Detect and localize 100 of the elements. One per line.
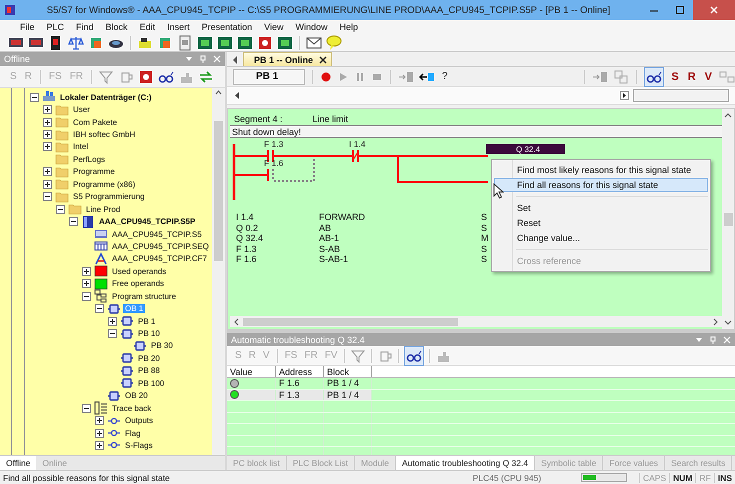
menu-item[interactable]: Find all reasons for this signal state xyxy=(494,178,708,192)
expander-button[interactable] xyxy=(82,292,91,301)
filter-icon[interactable] xyxy=(350,348,366,364)
tree-item[interactable]: Lokaler Datenträger (C:) xyxy=(58,92,154,102)
expander-button[interactable] xyxy=(82,404,91,413)
column-header[interactable]: Block xyxy=(324,366,372,377)
scroll-right-icon[interactable] xyxy=(620,91,629,100)
expander-button[interactable] xyxy=(69,217,78,226)
scroll-up-icon[interactable] xyxy=(214,88,223,97)
tree-item[interactable]: Program structure xyxy=(110,292,178,301)
tree-item[interactable]: AAA_CPU945_TCPIP.S5P xyxy=(97,217,198,226)
tree-item[interactable]: Programme xyxy=(71,167,117,176)
menu-item[interactable]: Reset xyxy=(494,216,708,230)
column-header[interactable]: Value xyxy=(227,366,276,377)
menu-item[interactable]: Edit xyxy=(134,22,162,32)
tree-item[interactable]: Flag xyxy=(123,428,143,438)
tree-item[interactable]: Free operands xyxy=(110,279,166,288)
tree-item[interactable]: IBH softec GmbH xyxy=(71,130,138,140)
help-button[interactable]: ? xyxy=(440,68,450,84)
board-icon[interactable] xyxy=(237,34,253,50)
vertical-scrollbar[interactable] xyxy=(212,88,225,455)
expander-button[interactable] xyxy=(43,192,52,202)
menu-item[interactable]: Help xyxy=(334,22,364,32)
tree-item[interactable]: Outputs xyxy=(123,416,156,426)
document-tab[interactable]: PB 1 -- Online xyxy=(243,52,332,66)
envelope-icon[interactable] xyxy=(306,34,322,50)
expander-button[interactable] xyxy=(82,279,91,288)
expander-button[interactable] xyxy=(108,316,117,326)
board-icon[interactable] xyxy=(217,34,233,50)
vertical-scrollbar[interactable] xyxy=(722,109,734,329)
coil-label[interactable]: Q 32.4 xyxy=(486,144,565,154)
input-field[interactable] xyxy=(633,89,729,102)
tree-item[interactable]: Com Pakete xyxy=(71,118,120,127)
expander-button[interactable] xyxy=(43,118,52,127)
tree-item[interactable]: AAA_CPU945_TCPIP.CF7 xyxy=(110,254,210,264)
tree-item[interactable]: S-Flags xyxy=(123,440,155,450)
horizontal-scrollbar[interactable] xyxy=(230,316,722,327)
document-icon[interactable] xyxy=(177,34,193,50)
board-icon[interactable] xyxy=(277,34,293,50)
tab[interactable]: Automatic troubleshooting Q 32.4 xyxy=(396,456,536,470)
tree-item[interactable]: AAA_CPU945_TCPIP.S5 xyxy=(110,230,204,239)
tree-item[interactable]: PB 10 xyxy=(136,329,162,338)
scroll-down-icon[interactable] xyxy=(724,318,732,326)
scroll-up-icon[interactable] xyxy=(724,112,732,120)
record-icon[interactable] xyxy=(320,70,332,82)
tree-item[interactable]: PB 100 xyxy=(136,378,166,388)
tree-item[interactable]: S5 Programmierung xyxy=(71,192,147,202)
close-icon[interactable] xyxy=(319,56,328,64)
menu-item[interactable]: Set xyxy=(494,201,708,215)
expander-button[interactable] xyxy=(95,304,104,314)
scroll-left-icon[interactable] xyxy=(233,91,242,100)
tree-item[interactable]: PerfLogs xyxy=(71,154,108,164)
tree-item[interactable]: Programme (x86) xyxy=(71,180,138,189)
tree-item[interactable]: Intel xyxy=(71,142,90,152)
tree-item[interactable]: PB 20 xyxy=(136,354,162,363)
toolbar-button[interactable]: R xyxy=(686,68,698,84)
arrows-icon[interactable] xyxy=(198,68,214,84)
expander-button[interactable] xyxy=(95,440,104,450)
expander-button[interactable] xyxy=(95,428,104,438)
menu-item[interactable]: PLC xyxy=(40,22,70,32)
tree-item[interactable]: Used operands xyxy=(110,266,168,276)
scroll-left-icon[interactable] xyxy=(231,54,239,66)
menu-item[interactable]: Block xyxy=(100,22,134,32)
tree-item[interactable]: PB 30 xyxy=(149,341,175,350)
menu-item[interactable]: Window xyxy=(290,22,334,32)
toolbar-button[interactable]: V xyxy=(702,68,714,84)
tree-item[interactable]: Line Prod xyxy=(84,204,122,214)
expander-button[interactable] xyxy=(108,329,117,338)
menu-item[interactable]: File xyxy=(14,22,41,32)
expander-button[interactable] xyxy=(56,204,65,214)
filter-icon[interactable] xyxy=(98,68,114,84)
board-icon[interactable] xyxy=(197,34,213,50)
expander-button[interactable] xyxy=(30,92,39,102)
menu-item[interactable]: Insert xyxy=(161,22,196,32)
expander-button[interactable] xyxy=(43,142,52,152)
tree-item[interactable]: OB 20 xyxy=(123,391,150,400)
column-header[interactable]: Address xyxy=(276,366,324,377)
tree-item[interactable]: PB 1 xyxy=(136,316,158,326)
expander-button[interactable] xyxy=(43,130,52,140)
contact-symbol[interactable] xyxy=(267,150,274,162)
expander-button[interactable] xyxy=(43,105,52,114)
tab[interactable]: Offline xyxy=(0,456,36,470)
scroll-thumb[interactable] xyxy=(214,121,223,261)
tree-item[interactable]: Trace back xyxy=(110,404,154,413)
scroll-thumb[interactable] xyxy=(724,212,732,226)
scroll-thumb[interactable] xyxy=(243,318,458,326)
scroll-left-icon[interactable] xyxy=(233,318,240,326)
menu-item[interactable]: View xyxy=(258,22,290,32)
expander-button[interactable] xyxy=(43,180,52,189)
scroll-right-icon[interactable] xyxy=(712,318,719,326)
menu-item[interactable]: Change value... xyxy=(494,231,708,245)
block-field[interactable]: PB 1 xyxy=(233,68,305,84)
expander-button[interactable] xyxy=(43,167,52,176)
tree-item[interactable]: AAA_CPU945_TCPIP.SEQ xyxy=(110,242,211,251)
tree-item[interactable]: User xyxy=(71,105,92,114)
expander-button[interactable] xyxy=(82,266,91,276)
menu-item[interactable]: Find xyxy=(70,22,100,32)
maximize-icon[interactable] xyxy=(675,5,685,15)
expander-button[interactable] xyxy=(95,416,104,426)
menu-item[interactable]: Find most likely reasons for this signal state xyxy=(494,163,708,177)
